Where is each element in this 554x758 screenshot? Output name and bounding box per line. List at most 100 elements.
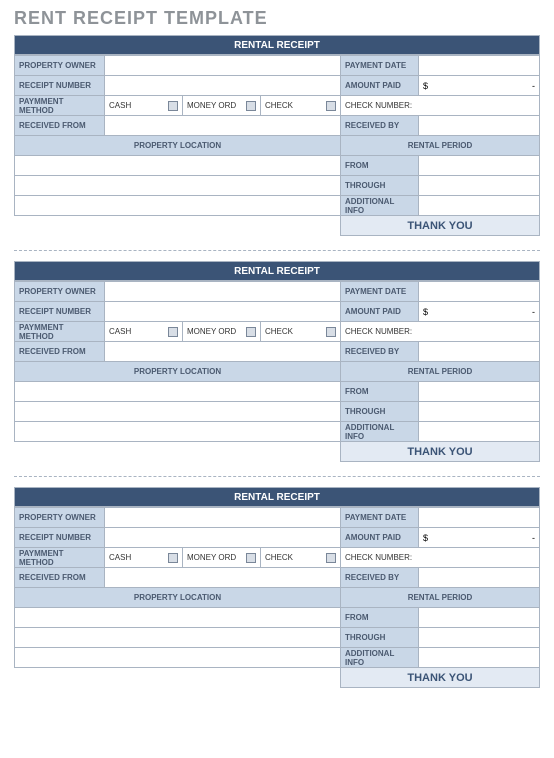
pm-checknumber-cell[interactable]: CHECK NUMBER: <box>341 322 540 342</box>
pm-check-cell: CHECK <box>261 96 341 116</box>
thank-you: THANK YOU <box>341 216 540 236</box>
pm-moneyord-cell: MONEY ORD <box>183 322 261 342</box>
pm-cash-cell: CASH <box>105 96 183 116</box>
pm-moneyord-cell: MONEY ORD <box>183 96 261 116</box>
label-through: THROUGH <box>341 402 419 422</box>
value-receipt-number[interactable] <box>105 302 341 322</box>
value-location-2[interactable] <box>15 402 341 422</box>
divider-1 <box>14 250 540 251</box>
label-received-by: RECEIVED BY <box>341 342 419 362</box>
section-property-location: PROPERTY LOCATION <box>15 362 341 382</box>
pm-check-label: CHECK <box>265 101 293 110</box>
checkbox-check[interactable] <box>326 101 336 111</box>
value-additional-info[interactable] <box>419 422 540 442</box>
value-amount-paid[interactable]: $ - <box>419 302 540 322</box>
section-property-location: PROPERTY LOCATION <box>15 588 341 608</box>
value-received-from[interactable] <box>105 568 341 588</box>
receipt-header: RENTAL RECEIPT <box>14 261 540 281</box>
page-title: RENT RECEIPT TEMPLATE <box>0 0 554 35</box>
value-payment-date[interactable] <box>419 508 540 528</box>
amount-value: - <box>532 533 535 543</box>
value-received-by[interactable] <box>419 568 540 588</box>
value-receipt-number[interactable] <box>105 528 341 548</box>
value-received-by[interactable] <box>419 116 540 136</box>
value-location-3[interactable] <box>15 196 341 216</box>
amount-value: - <box>532 81 535 91</box>
checkbox-moneyord[interactable] <box>246 553 256 563</box>
value-amount-paid[interactable]: $ - <box>419 528 540 548</box>
pm-check-cell: CHECK <box>261 548 341 568</box>
value-location-3[interactable] <box>15 648 341 668</box>
pm-checknumber-cell[interactable]: CHECK NUMBER: <box>341 96 540 116</box>
checkbox-check[interactable] <box>326 553 336 563</box>
pm-checknumber-cell[interactable]: CHECK NUMBER: <box>341 548 540 568</box>
pm-cash-label: CASH <box>109 553 131 562</box>
pm-moneyord-label: MONEY ORD <box>187 101 236 110</box>
value-from[interactable] <box>419 382 540 402</box>
pm-moneyord-label: MONEY ORD <box>187 553 236 562</box>
label-from: FROM <box>341 608 419 628</box>
checkbox-cash[interactable] <box>168 327 178 337</box>
pm-cash-cell: CASH <box>105 322 183 342</box>
receipt-header: RENTAL RECEIPT <box>14 35 540 55</box>
value-additional-info[interactable] <box>419 196 540 216</box>
label-amount-paid: AMOUNT PAID <box>341 76 419 96</box>
amount-symbol: $ <box>423 533 428 543</box>
pm-cash-label: CASH <box>109 327 131 336</box>
pm-check-label: CHECK <box>265 553 293 562</box>
value-location-3[interactable] <box>15 422 341 442</box>
label-additional-info: ADDITIONAL INFO <box>341 196 419 216</box>
value-location-1[interactable] <box>15 382 341 402</box>
label-property-owner: PROPERTY OWNER <box>15 282 105 302</box>
value-received-from[interactable] <box>105 342 341 362</box>
value-received-by[interactable] <box>419 342 540 362</box>
value-through[interactable] <box>419 176 540 196</box>
pm-moneyord-label: MONEY ORD <box>187 327 236 336</box>
label-payment-method: PAYMMENT METHOD <box>15 96 105 116</box>
pm-moneyord-cell: MONEY ORD <box>183 548 261 568</box>
value-property-owner[interactable] <box>105 508 341 528</box>
checkbox-moneyord[interactable] <box>246 101 256 111</box>
label-received-by: RECEIVED BY <box>341 116 419 136</box>
checkbox-cash[interactable] <box>168 553 178 563</box>
label-additional-info: ADDITIONAL INFO <box>341 648 419 668</box>
value-location-2[interactable] <box>15 628 341 648</box>
value-payment-date[interactable] <box>419 282 540 302</box>
value-location-1[interactable] <box>15 156 341 176</box>
checkbox-check[interactable] <box>326 327 336 337</box>
label-from: FROM <box>341 382 419 402</box>
value-additional-info[interactable] <box>419 648 540 668</box>
label-payment-date: PAYMENT DATE <box>341 56 419 76</box>
label-amount-paid: AMOUNT PAID <box>341 528 419 548</box>
label-received-from: RECEIVED FROM <box>15 568 105 588</box>
value-from[interactable] <box>419 156 540 176</box>
checkbox-moneyord[interactable] <box>246 327 256 337</box>
label-property-owner: PROPERTY OWNER <box>15 56 105 76</box>
pm-cash-cell: CASH <box>105 548 183 568</box>
label-received-from: RECEIVED FROM <box>15 342 105 362</box>
value-receipt-number[interactable] <box>105 76 341 96</box>
thank-you: THANK YOU <box>341 442 540 462</box>
value-location-2[interactable] <box>15 176 341 196</box>
amount-symbol: $ <box>423 307 428 317</box>
section-rental-period: RENTAL PERIOD <box>341 362 540 382</box>
value-through[interactable] <box>419 628 540 648</box>
label-amount-paid: AMOUNT PAID <box>341 302 419 322</box>
value-location-1[interactable] <box>15 608 341 628</box>
label-received-from: RECEIVED FROM <box>15 116 105 136</box>
value-property-owner[interactable] <box>105 56 341 76</box>
receipt-1: RENTAL RECEIPT PROPERTY OWNER PAYMENT DA… <box>0 35 554 240</box>
checkbox-cash[interactable] <box>168 101 178 111</box>
label-payment-date: PAYMENT DATE <box>341 508 419 528</box>
label-received-by: RECEIVED BY <box>341 568 419 588</box>
value-payment-date[interactable] <box>419 56 540 76</box>
amount-value: - <box>532 307 535 317</box>
value-amount-paid[interactable]: $ - <box>419 76 540 96</box>
divider-2 <box>14 476 540 477</box>
value-from[interactable] <box>419 608 540 628</box>
value-through[interactable] <box>419 402 540 422</box>
value-property-owner[interactable] <box>105 282 341 302</box>
label-property-owner: PROPERTY OWNER <box>15 508 105 528</box>
value-received-from[interactable] <box>105 116 341 136</box>
label-through: THROUGH <box>341 176 419 196</box>
